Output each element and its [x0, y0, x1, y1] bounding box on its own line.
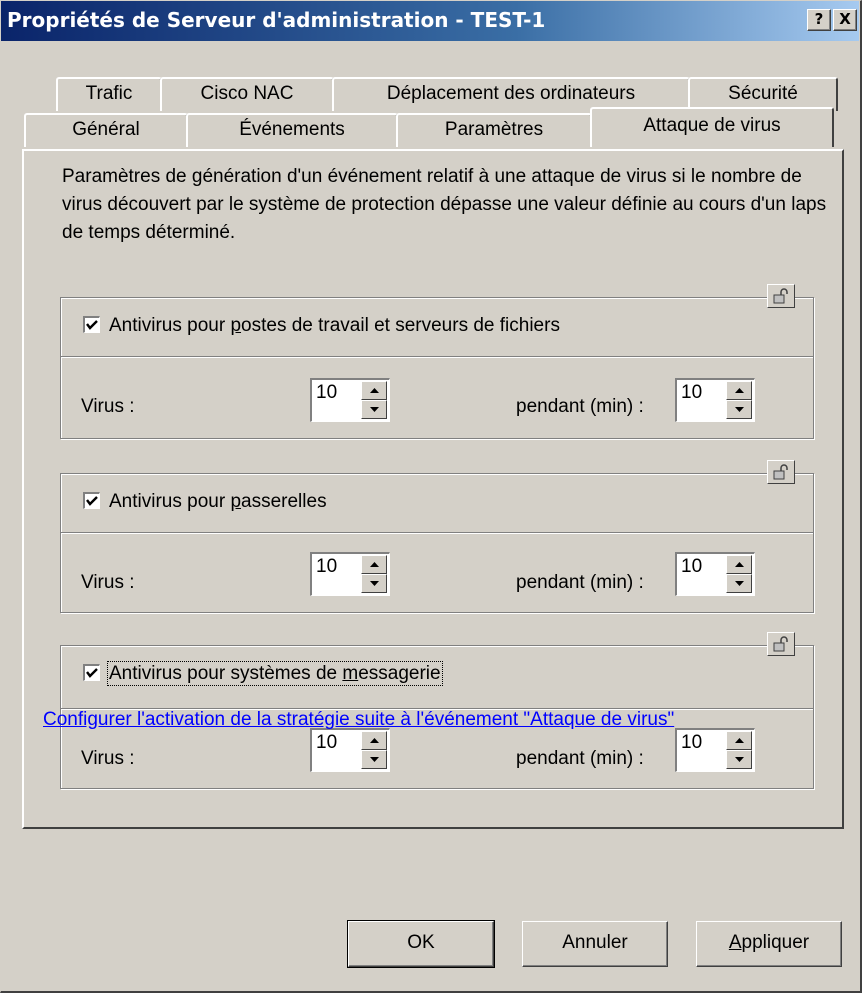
- spin-down-button[interactable]: [361, 750, 387, 769]
- period-value[interactable]: 10: [681, 382, 702, 404]
- tab-attaque-de-virus[interactable]: Attaque de virus: [590, 107, 834, 147]
- period-label: pendant (min) :: [516, 748, 644, 769]
- virus-label: Virus :: [81, 748, 135, 769]
- unlocked-padlock-icon: [773, 636, 788, 652]
- checkmark-icon: [86, 668, 98, 678]
- close-button[interactable]: X: [833, 9, 857, 31]
- arrow-up-icon: [370, 562, 379, 567]
- virus-count-spinbox[interactable]: 10: [310, 552, 390, 596]
- arrow-down-icon: [735, 581, 744, 586]
- arrow-up-icon: [735, 562, 744, 567]
- spin-down-button[interactable]: [361, 400, 387, 419]
- virus-count-spinbox[interactable]: 10: [310, 728, 390, 772]
- apply-button[interactable]: Appliquer: [696, 921, 842, 967]
- spin-up-button[interactable]: [726, 381, 752, 400]
- virus-count-value[interactable]: 10: [316, 732, 337, 754]
- checkmark-icon: [86, 496, 98, 506]
- virus-count-spinbox[interactable]: 10: [310, 378, 390, 422]
- spin-down-button[interactable]: [726, 750, 752, 769]
- configure-policy-activation-link[interactable]: Configurer l'activation de la stratégie …: [43, 709, 674, 731]
- group-divider: [61, 532, 813, 534]
- virus-count-value[interactable]: 10: [316, 556, 337, 578]
- tab-general[interactable]: Général: [24, 113, 188, 147]
- checkbox-messaging[interactable]: [83, 664, 100, 681]
- tab-trafic[interactable]: Trafic: [56, 77, 162, 111]
- period-spinbox[interactable]: 10: [675, 378, 755, 422]
- unlocked-padlock-icon: [773, 288, 788, 304]
- tab-deplacement-ordinateurs[interactable]: Déplacement des ordinateurs: [332, 77, 690, 111]
- window-title: Propriétés de Serveur d'administration -…: [7, 8, 546, 32]
- period-value[interactable]: 10: [681, 556, 702, 578]
- period-spinbox[interactable]: 10: [675, 728, 755, 772]
- lock-button[interactable]: [767, 632, 795, 656]
- group-workstations: Antivirus pour postes de travail et serv…: [60, 284, 814, 439]
- virus-label: Virus :: [81, 572, 135, 593]
- period-value[interactable]: 10: [681, 732, 702, 754]
- help-button[interactable]: ?: [807, 9, 831, 31]
- spin-up-button[interactable]: [726, 731, 752, 750]
- spin-down-button[interactable]: [726, 400, 752, 419]
- arrow-down-icon: [735, 757, 744, 762]
- title-bar: Propriétés de Serveur d'administration -…: [1, 1, 859, 41]
- checkbox-label: Antivirus pour passerelles: [109, 491, 327, 512]
- group-gateways: Antivirus pour passerelles Virus : 10 pe…: [60, 460, 814, 613]
- lock-button[interactable]: [767, 284, 795, 308]
- checkmark-icon: [86, 320, 98, 330]
- tab-evenements[interactable]: Événements: [186, 113, 398, 147]
- tab-parametres[interactable]: Paramètres: [396, 113, 592, 147]
- period-label: pendant (min) :: [516, 396, 644, 417]
- checkbox-row[interactable]: Antivirus pour passerelles: [83, 491, 327, 513]
- properties-dialog: Propriétés de Serveur d'administration -…: [0, 0, 862, 993]
- arrow-up-icon: [735, 388, 744, 393]
- spin-up-button[interactable]: [361, 731, 387, 750]
- arrow-down-icon: [370, 757, 379, 762]
- spin-down-button[interactable]: [361, 574, 387, 593]
- unlocked-padlock-icon: [773, 464, 788, 480]
- description-text: Paramètres de génération d'un événement …: [62, 166, 827, 243]
- arrow-down-icon: [735, 407, 744, 412]
- arrow-up-icon: [370, 388, 379, 393]
- tab-securite[interactable]: Sécurité: [688, 77, 838, 111]
- checkbox-label: Antivirus pour postes de travail et serv…: [109, 315, 560, 336]
- lock-button[interactable]: [767, 460, 795, 484]
- period-label: pendant (min) :: [516, 572, 644, 593]
- checkbox-label: Antivirus pour systèmes de messagerie: [107, 661, 443, 686]
- tab-cisco-nac[interactable]: Cisco NAC: [160, 77, 334, 111]
- spin-down-button[interactable]: [726, 574, 752, 593]
- period-spinbox[interactable]: 10: [675, 552, 755, 596]
- group-divider: [61, 356, 813, 358]
- spin-up-button[interactable]: [361, 381, 387, 400]
- virus-label: Virus :: [81, 396, 135, 417]
- arrow-down-icon: [370, 407, 379, 412]
- checkbox-gateways[interactable]: [83, 492, 100, 509]
- spin-up-button[interactable]: [726, 555, 752, 574]
- checkbox-row[interactable]: Antivirus pour systèmes de messagerie: [83, 661, 443, 686]
- checkbox-workstations[interactable]: [83, 316, 100, 333]
- checkbox-row[interactable]: Antivirus pour postes de travail et serv…: [83, 315, 560, 337]
- arrow-up-icon: [735, 738, 744, 743]
- cancel-button[interactable]: Annuler: [522, 921, 668, 967]
- arrow-down-icon: [370, 581, 379, 586]
- spin-up-button[interactable]: [361, 555, 387, 574]
- ok-button[interactable]: OK: [347, 920, 495, 968]
- arrow-up-icon: [370, 738, 379, 743]
- virus-count-value[interactable]: 10: [316, 382, 337, 404]
